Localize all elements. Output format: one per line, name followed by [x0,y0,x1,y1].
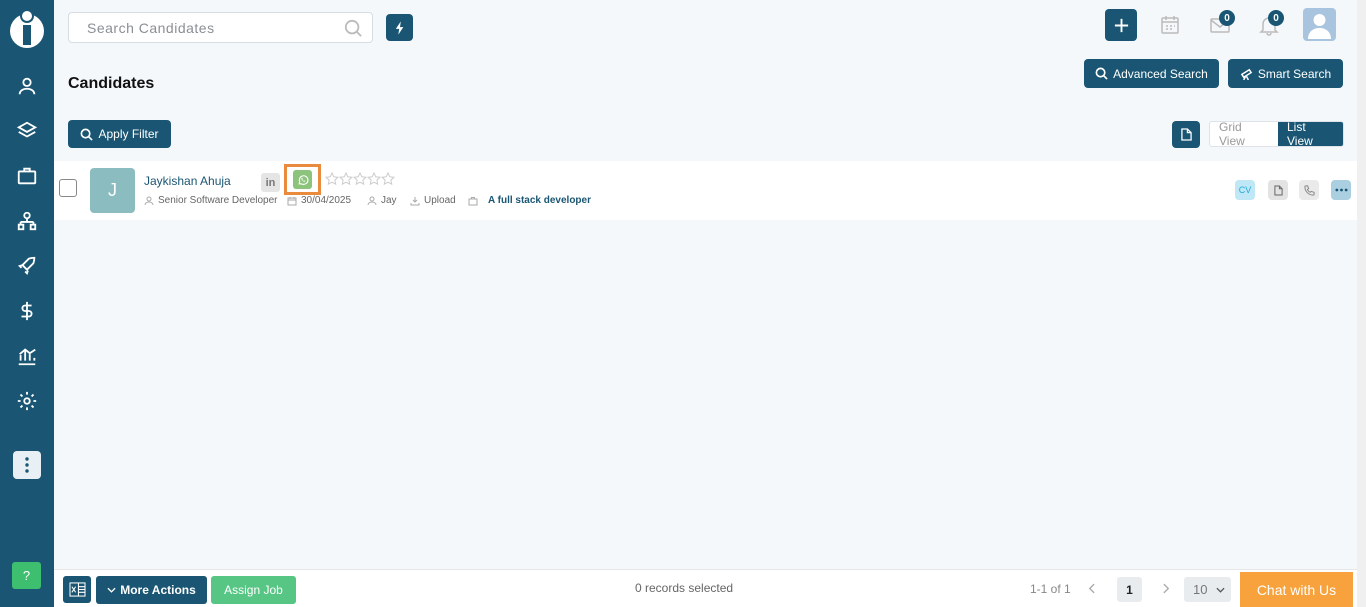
star-icon[interactable] [339,172,353,186]
smart-search-label: Smart Search [1257,66,1332,81]
document-icon [1180,128,1192,141]
page-size-select[interactable]: 10 [1184,577,1231,602]
gear-icon[interactable] [15,389,39,413]
assign-job-button[interactable]: Assign Job [211,576,296,604]
star-icon[interactable] [325,172,339,186]
plus-icon [1114,18,1128,32]
more-menu-icon[interactable] [13,451,41,479]
advanced-search-button[interactable]: Advanced Search [1084,59,1219,88]
grid-view-tab[interactable]: Grid View [1210,122,1278,146]
prev-page-icon[interactable] [1083,579,1099,597]
candidate-summary[interactable]: A full stack developer [468,195,591,206]
excel-icon [68,582,86,597]
cv-button[interactable]: CV [1235,180,1255,200]
layers-icon[interactable] [15,119,39,143]
next-page-icon[interactable] [1158,579,1174,597]
search-icon [81,128,94,141]
rating-stars [325,172,395,186]
chart-icon[interactable] [15,344,39,368]
candidate-date-text: 30/04/2025 [301,195,352,206]
candidate-owner: Jay [367,195,397,206]
page-number-button[interactable]: 1 [1117,577,1142,602]
person-icon [144,196,154,205]
mail-badge: 0 [1219,10,1235,26]
chevron-down-icon [107,587,116,593]
briefcase-icon[interactable] [15,164,39,188]
more-actions-button[interactable]: More Actions [96,576,207,604]
view-toggle: Grid View List View [1209,121,1344,147]
search-icon[interactable] [344,19,362,37]
document-icon [1273,185,1283,195]
candidate-title-text: Senior Software Developer [158,195,278,206]
export-document-button[interactable] [1172,121,1200,148]
apply-filter-button[interactable]: Apply Filter [68,120,171,148]
ellipsis-icon [1334,188,1348,192]
whatsapp-icon [293,170,312,189]
calendar-icon [287,196,297,205]
user-icon[interactable] [15,74,39,98]
add-button[interactable] [1105,9,1137,41]
more-actions-label: More Actions [120,583,196,597]
whatsapp-button-highlight[interactable] [284,164,321,195]
candidate-avatar: J [90,168,135,213]
star-icon[interactable] [367,172,381,186]
table-row[interactable]: J Jaykishan Ahuja in Senior Software Dev… [54,161,1357,220]
row-more-button[interactable] [1331,180,1351,200]
app-logo[interactable] [8,7,46,49]
organization-icon[interactable] [15,209,39,233]
excel-export-button[interactable] [63,576,91,603]
advanced-search-label: Advanced Search [1113,66,1208,81]
linkedin-icon[interactable]: in [261,173,280,192]
search-icon [1095,67,1108,80]
calendar-icon[interactable] [1159,14,1181,36]
lightning-icon [395,20,403,35]
phone-icon [1303,184,1315,196]
notification-badge: 0 [1268,10,1284,26]
star-icon[interactable] [353,172,367,186]
pagination-range: 1-1 of 1 [1030,582,1071,596]
row-checkbox[interactable] [59,179,77,197]
download-icon [410,196,420,205]
user-avatar[interactable] [1303,8,1336,41]
search-input[interactable] [69,13,329,42]
candidate-summary-text: A full stack developer [488,195,591,206]
list-view-tab[interactable]: List View [1278,122,1343,146]
quick-action-button[interactable] [386,14,413,41]
candidate-source: Upload [410,195,456,206]
candidate-date: 30/04/2025 [287,195,351,206]
smart-search-button[interactable]: Smart Search [1228,59,1343,88]
person-icon [367,196,377,205]
candidate-source-text: Upload [424,195,456,206]
records-selected: 0 records selected [635,581,734,595]
document-button[interactable] [1268,180,1288,200]
dollar-icon[interactable] [15,299,39,323]
candidate-owner-text: Jay [381,195,397,206]
help-button[interactable]: ? [12,562,41,589]
scrollbar[interactable] [1357,0,1366,607]
apply-filter-label: Apply Filter [98,127,159,141]
call-button[interactable] [1299,180,1319,200]
page-size-value: 10 [1193,582,1208,597]
rocket-icon[interactable] [15,254,39,278]
candidate-title: Senior Software Developer [144,195,278,206]
chevron-down-icon [1216,587,1225,593]
page-title: Candidates [68,75,155,92]
chat-with-us-button[interactable]: Chat with Us [1240,572,1353,607]
star-icon[interactable] [381,172,395,186]
sidebar: ? [0,0,54,607]
telescope-icon [1240,68,1252,80]
briefcase-icon [468,196,478,205]
bottom-bar: More Actions Assign Job 0 records select… [54,569,1357,607]
search-box [68,12,373,43]
candidate-name[interactable]: Jaykishan Ahuja [144,174,231,188]
